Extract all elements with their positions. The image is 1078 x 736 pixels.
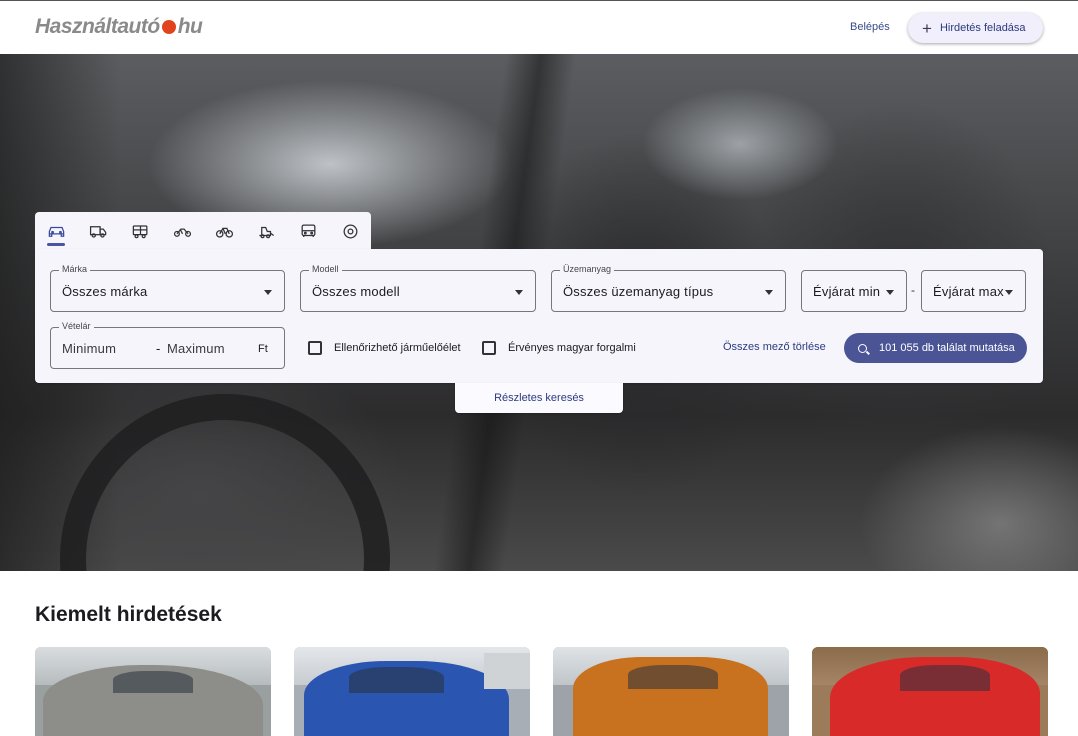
brand-label: Márka bbox=[59, 264, 91, 274]
search-icon bbox=[858, 343, 867, 353]
parts-icon[interactable] bbox=[329, 212, 371, 250]
year-separator: - bbox=[911, 283, 915, 297]
chevron-down-icon bbox=[765, 290, 773, 295]
search-panel: Márka Összes márka Modell Összes modell … bbox=[35, 249, 1043, 383]
year-min-value: Évjárat min bbox=[813, 284, 881, 299]
year-max-value: Évjárat max bbox=[933, 284, 1004, 299]
show-results-label: 101 055 db találat mutatása bbox=[879, 342, 1015, 354]
bicycle-icon[interactable] bbox=[203, 212, 245, 250]
top-bar: Használtautó hu Belépés + Hirdetés felad… bbox=[0, 0, 1078, 54]
featured-card[interactable] bbox=[553, 647, 789, 736]
car-icon[interactable] bbox=[35, 212, 77, 250]
checkbox-icon bbox=[482, 341, 496, 355]
brand-select[interactable]: Márka Összes márka bbox=[50, 264, 285, 312]
motorcycle-icon[interactable] bbox=[161, 212, 203, 250]
logo-text-left: Használtautó bbox=[35, 15, 160, 38]
price-separator: - bbox=[156, 341, 161, 356]
price-range-field[interactable]: Vételár Minimum - Maximum Ft bbox=[50, 321, 285, 369]
bus-icon[interactable] bbox=[287, 212, 329, 250]
car-photo bbox=[830, 657, 1040, 736]
post-ad-button[interactable]: + Hirdetés feladása bbox=[908, 13, 1043, 43]
featured-card[interactable] bbox=[294, 647, 530, 736]
show-results-button[interactable]: 101 055 db találat mutatása bbox=[844, 333, 1027, 363]
logo-text-right: hu bbox=[177, 15, 203, 38]
login-link[interactable]: Belépés bbox=[850, 21, 890, 33]
chevron-down-icon bbox=[264, 290, 272, 295]
site-logo[interactable]: Használtautó hu bbox=[35, 15, 203, 39]
checkbox-icon bbox=[308, 341, 322, 355]
hungarian-registration-label: Érvényes magyar forgalmi bbox=[508, 342, 636, 354]
featured-card[interactable] bbox=[35, 647, 271, 736]
car-photo bbox=[304, 661, 509, 736]
fuel-label: Üzemanyag bbox=[560, 264, 615, 274]
fuel-value: Összes üzemanyag típus bbox=[563, 284, 714, 299]
machinery-icon[interactable] bbox=[245, 212, 287, 250]
fuel-select[interactable]: Üzemanyag Összes üzemanyag típus bbox=[551, 264, 786, 312]
price-label: Vételár bbox=[59, 321, 94, 331]
post-ad-label: Hirdetés feladása bbox=[939, 22, 1026, 34]
verifiable-history-checkbox[interactable]: Ellenőrizhető járműelőélet bbox=[308, 341, 461, 355]
car-photo bbox=[573, 657, 768, 736]
brand-value: Összes márka bbox=[62, 284, 148, 299]
year-min-select[interactable]: Évjárat min bbox=[801, 270, 907, 312]
featured-card[interactable] bbox=[812, 647, 1048, 736]
featured-title: Kiemelt hirdetések bbox=[35, 603, 222, 626]
chevron-down-icon bbox=[886, 290, 894, 295]
model-select[interactable]: Modell Összes modell bbox=[300, 264, 536, 312]
detailed-search-button[interactable]: Részletes keresés bbox=[455, 383, 623, 413]
chevron-down-icon bbox=[515, 290, 523, 295]
model-value: Összes modell bbox=[312, 284, 400, 299]
clear-all-link[interactable]: Összes mező törlése bbox=[723, 341, 826, 353]
hungarian-registration-checkbox[interactable]: Érvényes magyar forgalmi bbox=[482, 341, 636, 355]
car-photo bbox=[43, 665, 263, 736]
verifiable-history-label: Ellenőrizhető járműelőélet bbox=[334, 342, 461, 354]
price-max-input[interactable]: Maximum bbox=[167, 341, 225, 356]
vehicle-type-tabs bbox=[35, 212, 371, 250]
logo-dot-icon bbox=[161, 20, 176, 34]
year-max-select[interactable]: Évjárat max bbox=[921, 270, 1026, 312]
truck-icon[interactable] bbox=[77, 212, 119, 250]
camper-icon[interactable] bbox=[119, 212, 161, 250]
currency-label: Ft bbox=[258, 343, 268, 355]
plus-icon: + bbox=[922, 18, 932, 38]
chevron-down-icon bbox=[1005, 290, 1013, 295]
price-min-input[interactable]: Minimum bbox=[62, 341, 116, 356]
model-label: Modell bbox=[309, 264, 342, 274]
